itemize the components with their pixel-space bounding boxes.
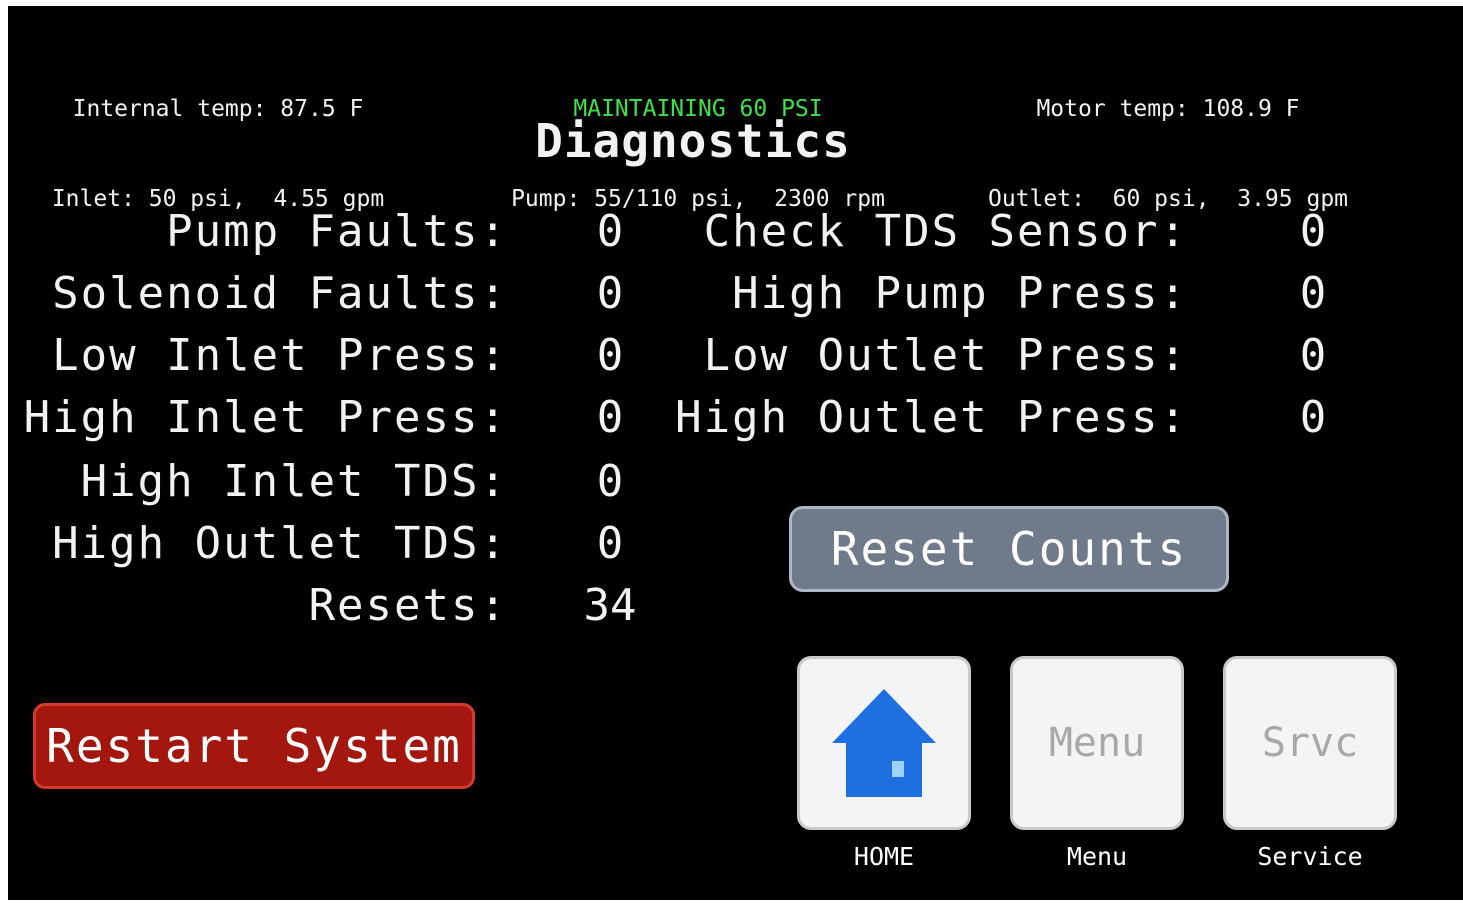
- counter-value-solenoid-faults: 0: [596, 268, 624, 319]
- reset-counts-button[interactable]: Reset Counts: [789, 506, 1229, 592]
- counter-label-low-inlet-press: Low Inlet Press:: [52, 330, 508, 381]
- menu-button-text: Menu: [1048, 720, 1146, 766]
- counter-value-high-outlet-press: 0: [1299, 392, 1327, 443]
- counter-value-check-tds-sensor: 0: [1299, 206, 1327, 257]
- counter-label-high-outlet-press: High Outlet Press:: [675, 392, 1188, 443]
- menu-label: Menu: [1066, 842, 1128, 871]
- counter-label-low-outlet-press: Low Outlet Press:: [703, 330, 1188, 381]
- restart-system-button[interactable]: Restart System: [33, 703, 475, 789]
- service-button-text: Srvc: [1261, 720, 1359, 766]
- counter-label-high-inlet-tds: High Inlet TDS:: [80, 456, 508, 507]
- counter-label-resets: Resets:: [308, 580, 508, 631]
- counter-label-high-outlet-tds: High Outlet TDS:: [52, 518, 508, 569]
- home-label: HOME: [853, 842, 915, 871]
- counter-value-high-inlet-press: 0: [596, 392, 624, 443]
- counter-value-low-inlet-press: 0: [596, 330, 624, 381]
- menu-button[interactable]: Menu: [1010, 656, 1184, 830]
- counter-label-high-inlet-press: High Inlet Press:: [23, 392, 508, 443]
- counter-label-solenoid-faults: Solenoid Faults:: [52, 268, 508, 319]
- counter-value-high-inlet-tds: 0: [596, 456, 624, 507]
- internal-temp-readout: Internal temp: 87.5 F: [72, 96, 364, 122]
- counter-value-pump-faults: 0: [596, 206, 624, 257]
- counter-value-high-pump-press: 0: [1299, 268, 1327, 319]
- counter-value-high-outlet-tds: 0: [596, 518, 624, 569]
- counter-value-resets: 34: [583, 580, 637, 631]
- service-label: Service: [1257, 842, 1363, 871]
- counter-label-high-pump-press: High Pump Press:: [732, 268, 1188, 319]
- house-icon: [832, 689, 936, 797]
- home-button[interactable]: [797, 656, 971, 830]
- counter-label-pump-faults: Pump Faults:: [166, 206, 508, 257]
- counter-value-low-outlet-press: 0: [1299, 330, 1327, 381]
- motor-temp-readout: Motor temp: 108.9 F: [1036, 96, 1300, 122]
- page-title: Diagnostics: [535, 114, 851, 168]
- diagnostics-screen: Internal temp: 87.5 F Inlet: 50 psi, 4.5…: [8, 6, 1463, 900]
- service-button[interactable]: Srvc: [1223, 656, 1397, 830]
- counter-label-check-tds-sensor: Check TDS Sensor:: [703, 206, 1188, 257]
